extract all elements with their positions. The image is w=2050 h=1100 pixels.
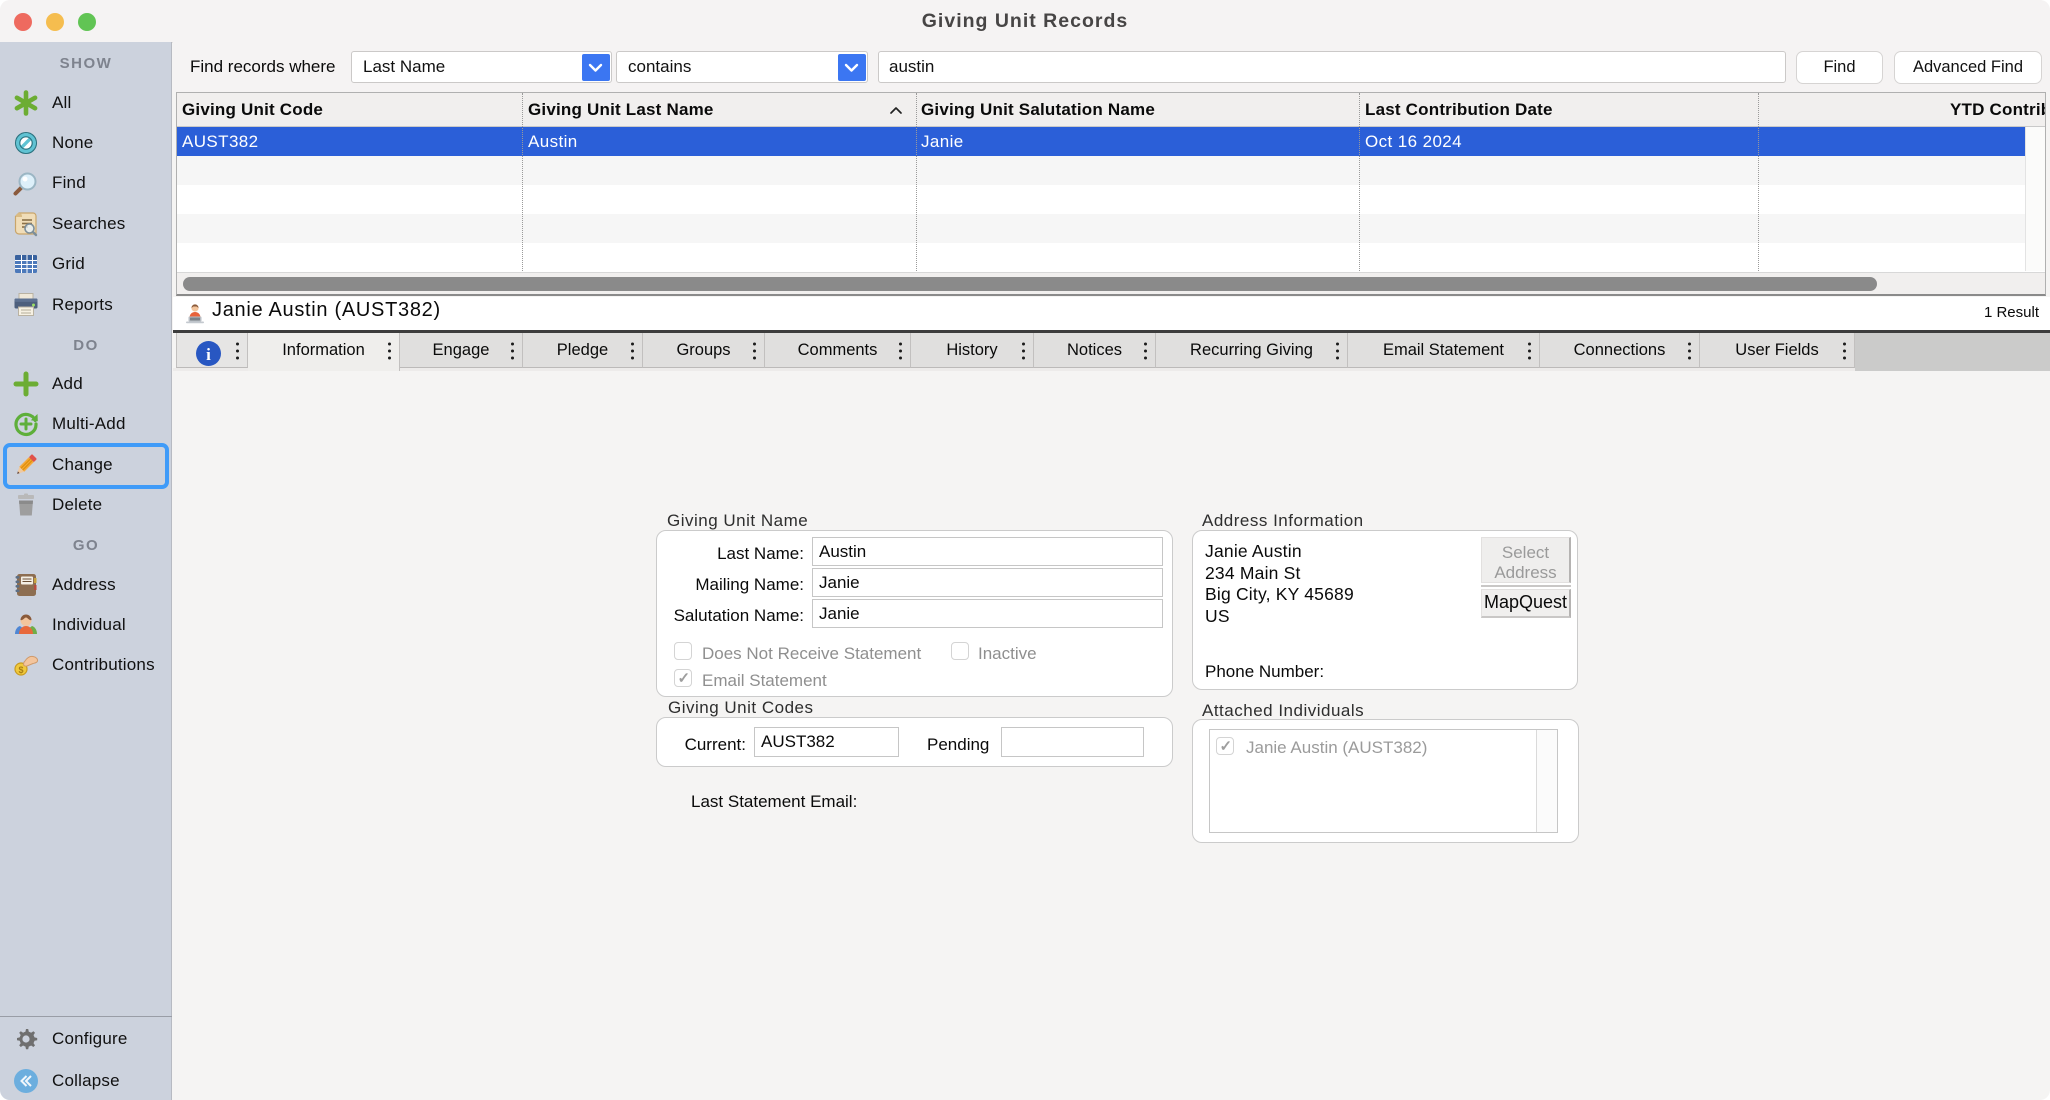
svg-text:i: i [206,345,211,364]
svg-text:$: $ [18,665,23,675]
